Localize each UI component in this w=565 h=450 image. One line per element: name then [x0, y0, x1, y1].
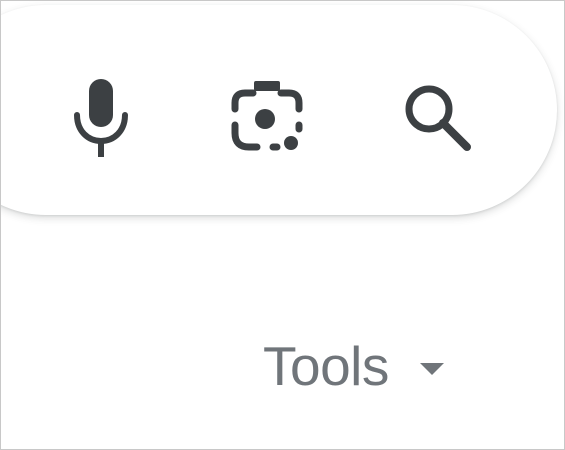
screenshot-frame: Tools	[0, 0, 565, 450]
caret-down-icon	[419, 363, 444, 375]
search-box[interactable]	[1, 5, 557, 215]
tools-label: Tools	[263, 334, 389, 397]
magnifier-icon	[405, 85, 471, 151]
image-search-button[interactable]	[225, 67, 309, 167]
microphone-icon	[74, 79, 128, 157]
camera-lens-icon	[231, 81, 303, 151]
tools-button[interactable]: Tools	[263, 331, 445, 401]
voice-search-button[interactable]	[59, 67, 143, 167]
search-button[interactable]	[395, 67, 479, 167]
